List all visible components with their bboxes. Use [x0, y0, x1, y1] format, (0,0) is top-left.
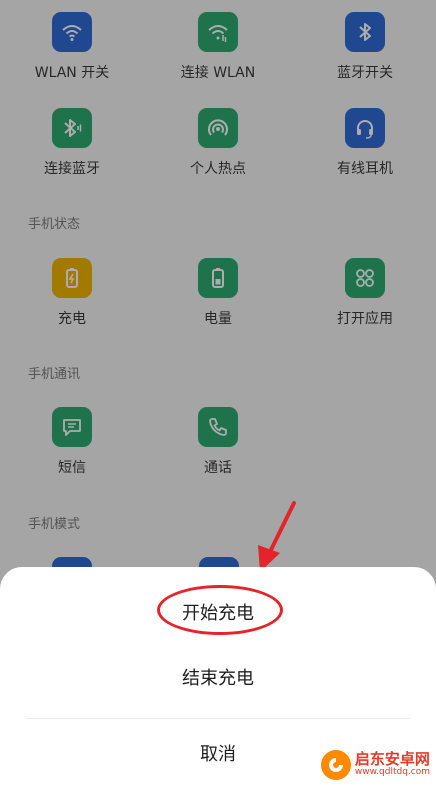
divider — [26, 718, 410, 719]
watermark-logo-icon — [320, 750, 351, 780]
annotation-highlight-oval — [157, 585, 283, 635]
site-watermark: 启东安卓网 www.qdltdq.com — [320, 750, 430, 780]
watermark-title: 启东安卓网 — [354, 750, 430, 769]
watermark-url: www.qdltdq.com — [354, 767, 430, 778]
end-charging-button[interactable]: 结束充电 — [0, 664, 436, 690]
